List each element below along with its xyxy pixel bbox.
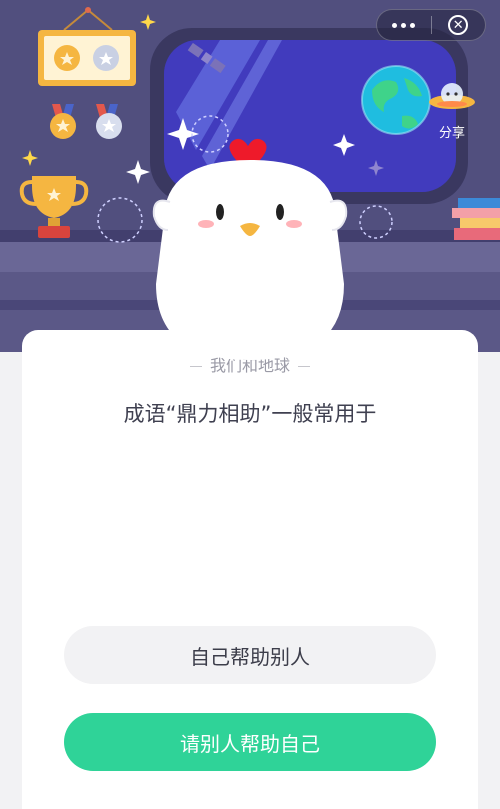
mini-program-capsule: ✕ [376,9,486,41]
answer-option-1[interactable]: 自己帮助别人 [64,626,436,684]
flying-saucer-icon [429,83,475,109]
more-button[interactable] [377,10,431,40]
share-button[interactable]: 分享 [427,74,477,144]
quiz-question: 成语“鼎力相助”一般常用于 [123,402,377,426]
chick-mascot [152,138,348,360]
close-circle-icon: ✕ [448,15,469,35]
close-button[interactable]: ✕ [432,10,486,40]
answer-option-2[interactable]: 请别人帮助自己 [64,713,436,771]
quiz-card: 我们和地球 成语“鼎力相助”一般常用于 自己帮助别人 请别人帮助自己 [22,330,478,809]
more-dots-icon [392,22,398,28]
share-label: 分享 [438,126,465,141]
